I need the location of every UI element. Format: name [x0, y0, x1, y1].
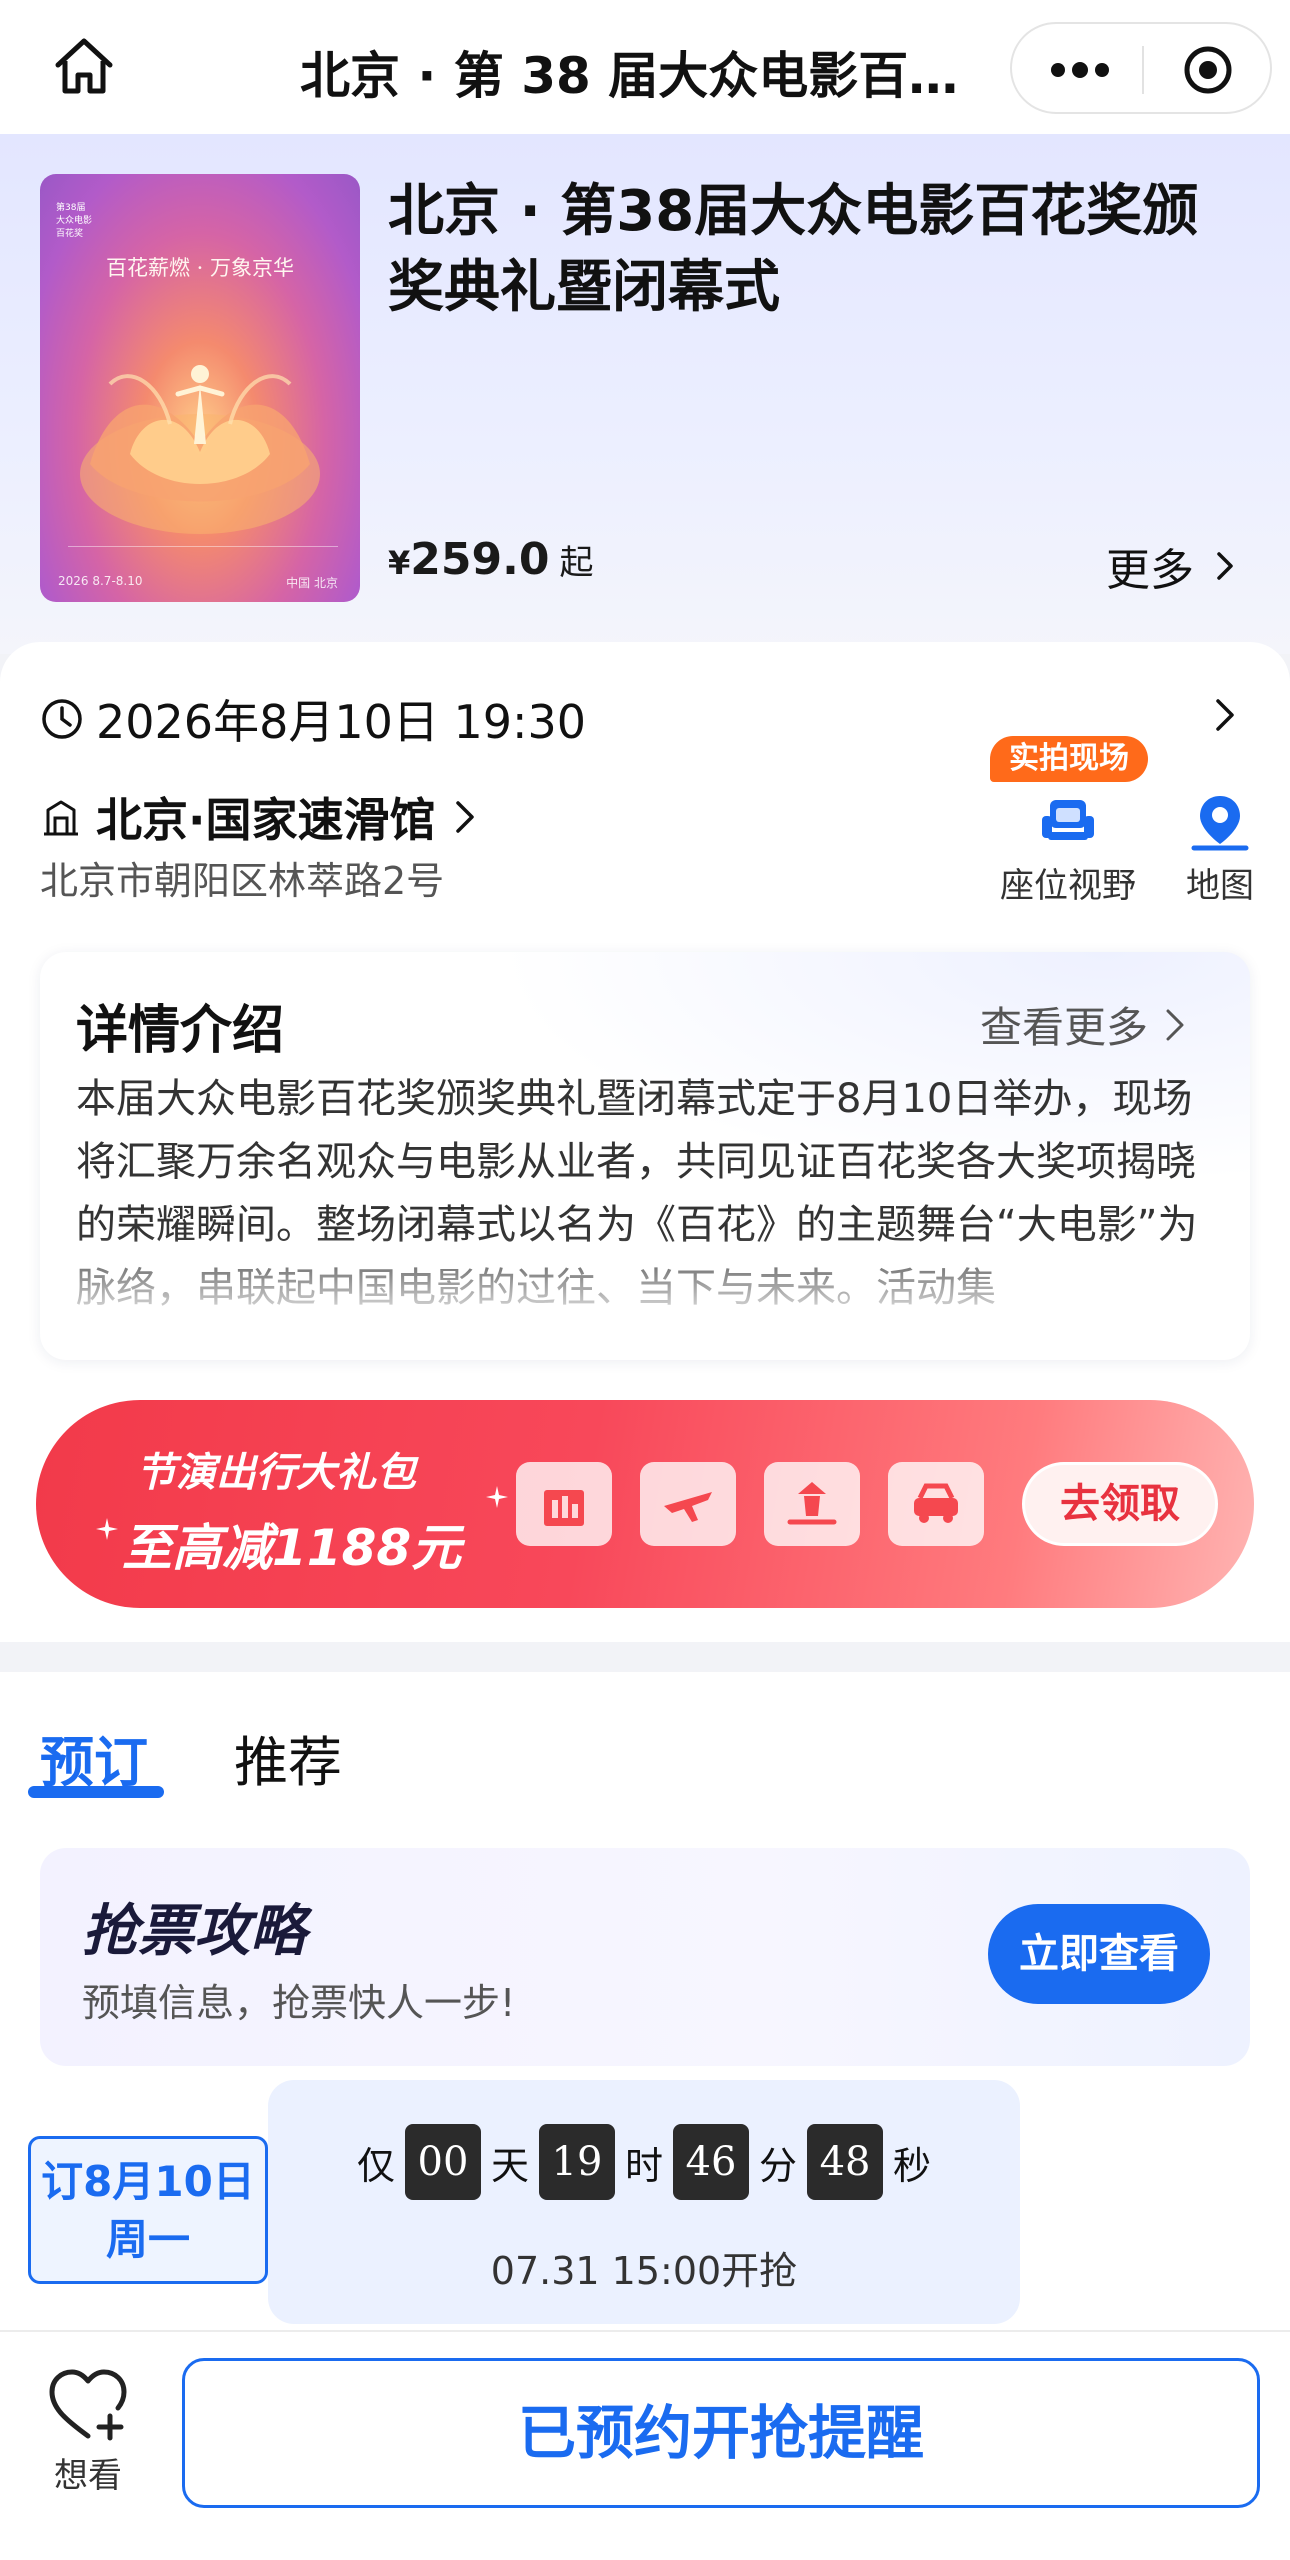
- map-label: 地图: [1186, 866, 1254, 906]
- datetime-row[interactable]: 2026年8月10日 19:30: [40, 686, 586, 752]
- countdown-minutes: 46: [673, 2124, 749, 2200]
- countdown-minutes-unit: 分: [759, 2143, 798, 2188]
- ticket-strategy-card[interactable]: 抢票攻略 预填信息，抢票快人一步! 立即查看: [40, 1848, 1250, 2066]
- bottom-action-bar: 想看 已预约开抢提醒: [0, 2330, 1290, 2560]
- event-hero: 第38届 大众电影 百花奖 百花薪燃 · 万象京华 2026 8.7-8.10 …: [0, 134, 1290, 654]
- reminder-booked-button[interactable]: 已预约开抢提醒: [182, 2358, 1260, 2508]
- venue-row[interactable]: 北京·国家速滑馆: [40, 784, 479, 850]
- hero-more-label: 更多: [1106, 545, 1194, 596]
- event-poster[interactable]: 第38届 大众电影 百花奖 百花薪燃 · 万象京华 2026 8.7-8.10 …: [40, 174, 360, 602]
- date-chip-weekday: 周一: [105, 2215, 190, 2264]
- seat-view-label: 座位视野: [1000, 866, 1136, 906]
- live-photo-badge: 实拍现场: [990, 736, 1148, 782]
- seat-icon: [1042, 800, 1094, 840]
- poster-dates: 2026 8.7-8.10: [58, 574, 143, 588]
- date-chip-date: 订8月10日: [41, 2157, 255, 2206]
- countdown-seconds-unit: 秒: [893, 2143, 932, 2188]
- detail-more-link[interactable]: 查看更多: [980, 994, 1188, 1055]
- date-chip[interactable]: 订8月10日 周一: [28, 2136, 268, 2284]
- heart-plus-icon: [49, 2369, 127, 2441]
- capsule-divider: [1142, 46, 1144, 94]
- countdown-hours-unit: 时: [624, 2143, 663, 2188]
- ticket-open-time: 07.31 15:00开抢: [490, 2249, 798, 2293]
- want-to-see-label: 想看: [54, 2456, 122, 2496]
- view-strategy-button[interactable]: 立即查看: [988, 1904, 1210, 2004]
- claim-gift-button[interactable]: 去领取: [1022, 1462, 1218, 1546]
- detail-intro-card[interactable]: 详情介绍 查看更多 本届大众电影百花奖颁奖典礼暨闭幕式定于8月10日举办，现场将…: [40, 952, 1250, 1360]
- promo-line1: 节演出行大礼包: [136, 1450, 416, 1496]
- detail-fade-overlay: [40, 1234, 1250, 1324]
- event-datetime: 2026年8月10日 19:30: [96, 695, 587, 749]
- countdown-row: 仅 00 天 19 时 46 分 48 秒: [268, 2124, 1020, 2200]
- map-button[interactable]: 地图: [1180, 792, 1260, 907]
- scenic-icon: [787, 1482, 837, 1525]
- miniprogram-capsule: [1010, 22, 1272, 114]
- plane-icon: [664, 1492, 712, 1522]
- map-pin-icon: [1191, 796, 1249, 851]
- close-miniprogram-icon[interactable]: [1182, 44, 1234, 96]
- strategy-subtitle: 预填信息，抢票快人一步!: [82, 1981, 516, 2025]
- price-suffix: 起: [559, 543, 594, 583]
- active-tab-indicator: [28, 1786, 164, 1798]
- strategy-title: 抢票攻略: [82, 1899, 306, 1964]
- seat-view-button[interactable]: 座位视野: [998, 794, 1138, 907]
- car-icon: [914, 1483, 958, 1523]
- poster-slogan: 百花薪燃 · 万象京华: [105, 256, 295, 280]
- hotel-icon: [544, 1490, 584, 1526]
- promo-line2: 至高减1188元: [122, 1519, 462, 1577]
- chevron-right-icon: [1166, 1009, 1184, 1040]
- hero-more-link[interactable]: 更多: [1106, 534, 1240, 598]
- poster-sponsor-strip: [68, 546, 338, 558]
- want-to-see-button[interactable]: 想看: [40, 2366, 136, 2497]
- poster-location: 中国 北京: [286, 576, 338, 590]
- poster-flower-graphic: [80, 365, 320, 534]
- countdown-prefix: 仅: [356, 2143, 395, 2188]
- price: ¥ 259.0 起: [388, 534, 593, 585]
- promo-tile: [888, 1462, 984, 1546]
- clock-icon: [42, 699, 82, 739]
- tab-recommend[interactable]: 推荐: [234, 1718, 342, 1797]
- event-info-card: 2026年8月10日 19:30 北京·国家速滑馆 北京市朝阳区林萃路2号 实拍…: [0, 642, 1290, 1642]
- poster-tag: 第38届 大众电影 百花奖: [56, 203, 93, 239]
- travel-gift-banner[interactable]: 节演出行大礼包 至高减1188元 去领取: [36, 1400, 1254, 1608]
- countdown-days: 00: [404, 2124, 481, 2200]
- countdown-popover: 仅 00 天 19 时 46 分 48 秒 07.31 15:00开抢: [268, 2080, 1020, 2324]
- countdown-hours: 19: [538, 2124, 615, 2200]
- venue-address: 北京市朝阳区林萃路2号: [40, 859, 445, 903]
- datetime-chevron-icon[interactable]: [1210, 698, 1240, 732]
- promo-tile: [764, 1462, 860, 1546]
- price-currency: ¥: [388, 544, 411, 582]
- price-amount: 259.0: [410, 534, 550, 585]
- detail-more-label: 查看更多: [980, 1003, 1149, 1052]
- countdown-seconds: 48: [807, 2124, 884, 2200]
- chevron-right-icon: [456, 801, 475, 833]
- chevron-right-icon: [1217, 552, 1233, 580]
- sparkle-icon: [96, 1518, 118, 1540]
- sparkle-icon: [486, 1486, 508, 1508]
- home-icon[interactable]: [50, 33, 118, 101]
- promo-tile: [516, 1462, 612, 1546]
- detail-title: 详情介绍: [76, 1001, 285, 1061]
- more-dots-icon[interactable]: [1048, 52, 1112, 88]
- venue-name: 北京·国家速滑馆: [96, 793, 436, 847]
- event-title: 北京 · 第38届大众电影百花奖颁奖典礼暨闭幕式: [388, 179, 1199, 320]
- countdown-days-unit: 天: [490, 2143, 529, 2188]
- promo-tile: [640, 1462, 736, 1546]
- building-icon: [44, 800, 78, 836]
- navbar-title: 北京 · 第 38 届大众电影百花...: [300, 47, 990, 105]
- top-navbar: 北京 · 第 38 届大众电影百花...: [0, 0, 1290, 134]
